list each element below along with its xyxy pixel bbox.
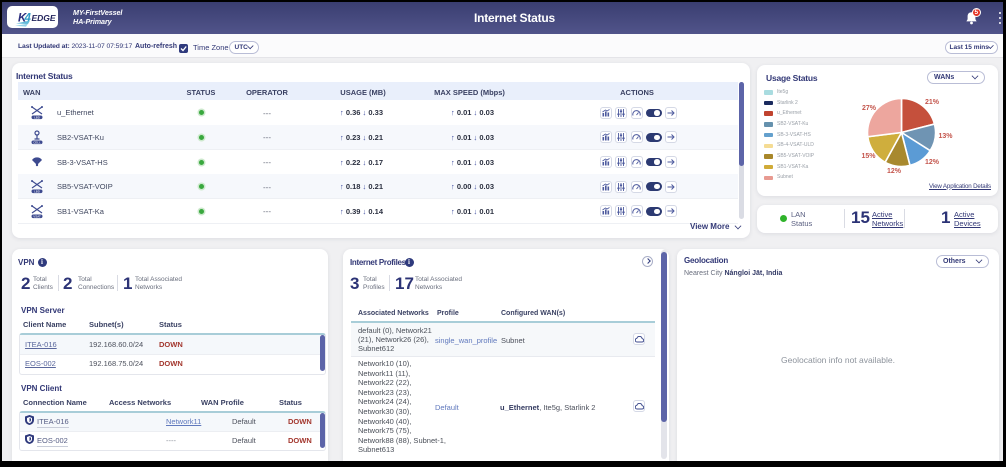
svg-text:LBD: LBD — [34, 190, 41, 194]
svg-text:LBD: LBD — [34, 116, 41, 120]
svg-text:CELL: CELL — [33, 140, 41, 144]
svg-text:VSAT: VSAT — [33, 214, 41, 218]
